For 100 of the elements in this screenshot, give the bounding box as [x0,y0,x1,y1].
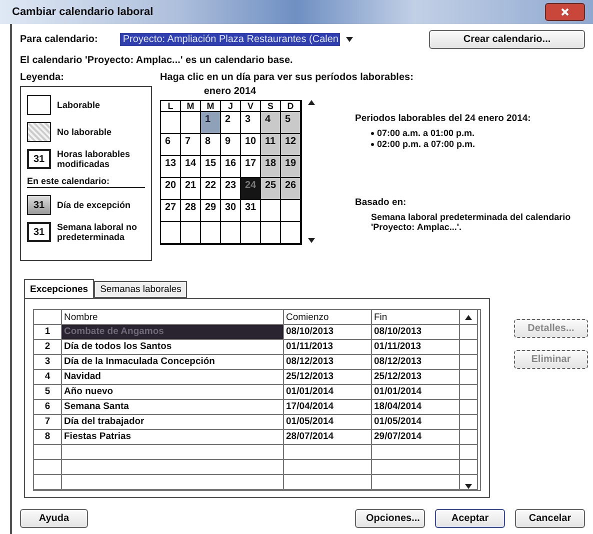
table-cell[interactable]: 25/12/2013 [284,370,372,385]
legend-swatch: 31 [27,195,51,215]
row-number: 8 [34,430,62,445]
table-cell[interactable]: 08/10/2013 [372,325,460,340]
row-number: 4 [34,370,62,385]
table-cell[interactable]: Día del trabajador [62,415,284,430]
calendar-day[interactable]: 31 [241,200,261,222]
calendar-day[interactable]: 10 [241,134,261,156]
calendar-day[interactable]: 13 [161,156,181,178]
table-cell[interactable]: Año nuevo [62,385,284,400]
calendar-day[interactable]: 25 [261,178,281,200]
table-cell[interactable]: 08/10/2013 [284,325,372,340]
calendar-day[interactable]: 20 [161,178,181,200]
calendar-day[interactable]: 16 [221,156,241,178]
calendar-hint: Haga clic en un día para ver sus períodos laborables: [160,72,414,83]
bullet-icon [371,142,374,146]
empty-cell [460,430,478,445]
table-cell[interactable]: 01/01/2014 [284,385,372,400]
bullet-icon [371,132,374,134]
legend-label: Horas laborables modificadas [57,149,132,169]
calendar-day[interactable]: 12 [281,134,301,156]
calendar-day[interactable]: 15 [201,156,221,178]
scroll-down-icon[interactable] [308,238,315,243]
legend-heading: En este calendario: [27,176,145,188]
empty-cell [460,445,478,460]
month-title: enero 2014 [202,86,258,97]
calendar-day[interactable]: 11 [261,134,281,156]
calendar-day[interactable]: 26 [281,178,301,200]
table-cell[interactable]: 28/07/2014 [284,430,372,445]
tab[interactable]: Excepciones [24,279,94,298]
table-cell[interactable]: Fiestas Patrias [62,430,284,445]
scroll-up-icon[interactable] [465,314,472,320]
legend-swatch: 31 [27,149,51,169]
row-number: 7 [34,415,62,430]
dropdown-arrow-icon[interactable] [346,37,353,42]
dialog-button[interactable]: Cancelar [515,509,585,528]
calendar-day[interactable]: 28 [181,200,201,222]
info-text: El calendario 'Proyecto: Amplac...' es un calendario base. [20,55,294,66]
calendar-day[interactable]: 23 [221,178,241,200]
table-cell[interactable]: 08/12/2013 [284,355,372,370]
table-cell[interactable]: 01/11/2013 [284,340,372,355]
row-number: 2 [34,340,62,355]
table-cell[interactable]: 08/12/2013 [372,355,460,370]
calendar-day[interactable]: 9 [221,134,241,156]
legend-label: No laborable [57,127,112,137]
legend-label: Día de excepción [57,200,131,210]
legend-swatch [27,122,51,142]
table-cell[interactable]: 01/05/2014 [372,415,460,430]
dialog-button[interactable]: Opciones... [355,509,425,528]
calendar-day[interactable]: 4 [261,112,281,134]
table-cell[interactable]: 01/05/2014 [284,415,372,430]
empty-cell [460,370,478,385]
calendar-day[interactable]: 5 [281,112,301,134]
based-on-text: Semana laboral predeterminada del calendario 'Proyecto: Amplac...'. [371,212,571,232]
table-cell[interactable]: Día de la Inmaculada Concepción [62,355,284,370]
table-cell[interactable]: 18/04/2014 [372,400,460,415]
calendar-day[interactable]: 24 [241,178,261,200]
table-cell[interactable]: Navidad [62,370,284,385]
calendar-day[interactable]: 2 [221,112,241,134]
column-header[interactable]: Fin [372,310,460,325]
calendar-day[interactable]: 1 [201,112,221,134]
legend-swatch: 31 [27,222,51,242]
scroll-up-icon[interactable] [308,100,315,105]
calendar-day[interactable]: 22 [201,178,221,200]
table-cell[interactable]: 29/07/2014 [372,430,460,445]
help-button[interactable]: Ayuda [20,509,88,528]
calendar-day[interactable]: 6 [161,134,181,156]
tab[interactable]: Semanas laborales [94,281,188,298]
calendar-day[interactable]: 7 [181,134,201,156]
calendar-day[interactable]: 30 [221,200,241,222]
column-header[interactable]: Comienzo [284,310,372,325]
create-calendar-button[interactable]: Crear calendario... [429,30,585,49]
empty-cell [460,355,478,370]
legend-label: Laborable [57,100,100,110]
calendar-day[interactable]: 19 [281,156,301,178]
calendar-day[interactable]: 27 [161,200,181,222]
table-cell[interactable]: Día de todos los Santos [62,340,284,355]
calendar-day[interactable]: 3 [241,112,261,134]
table-cell[interactable]: 17/04/2014 [284,400,372,415]
calendar-day[interactable]: 8 [201,134,221,156]
period-item: 07:00 a.m. a 01:00 p.m. [377,128,476,138]
legend-swatch [27,95,51,115]
empty-cell [460,340,478,355]
dialog-button[interactable]: Aceptar [435,509,505,528]
period-item: 02:00 p.m. a 07:00 p.m. [377,139,476,149]
table-cell[interactable]: Semana Santa [62,400,284,415]
calendar-day[interactable]: 17 [241,156,261,178]
row-number: 6 [34,400,62,415]
table-cell[interactable]: 01/11/2013 [372,340,460,355]
calendar-day[interactable]: 21 [181,178,201,200]
calendar-day[interactable]: 18 [261,156,281,178]
calendar-day[interactable]: 29 [201,200,221,222]
window-title: Cambiar calendario laboral [12,6,154,18]
table-cell[interactable]: 01/01/2014 [372,385,460,400]
table-cell[interactable]: 25/12/2013 [372,370,460,385]
scroll-down-icon[interactable] [465,484,472,489]
calendar-label: Para calendario: [20,34,98,45]
legend-label: Semana laboral no predeterminada [57,222,138,242]
close-button[interactable] [545,3,585,21]
calendar-day[interactable]: 14 [181,156,201,178]
